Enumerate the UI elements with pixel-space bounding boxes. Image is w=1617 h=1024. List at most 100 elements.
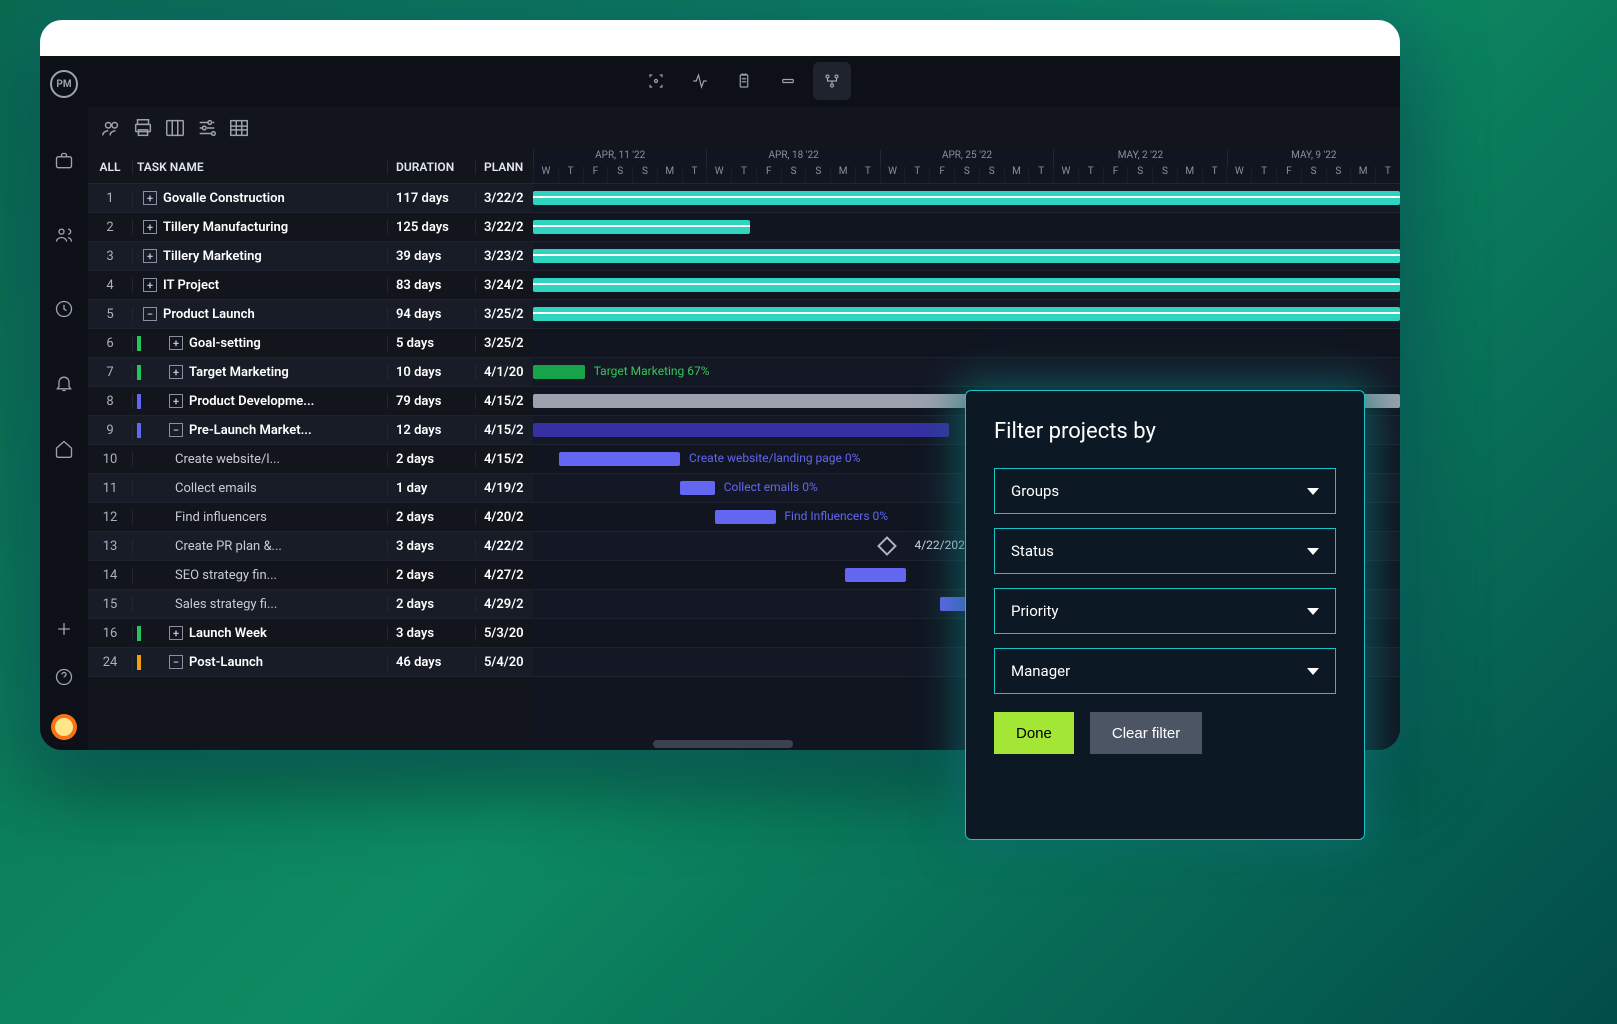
gantt-row[interactable] — [533, 242, 1400, 271]
table-row[interactable]: 11Collect emails1 day4/19/2 — [88, 474, 533, 503]
expand-toggle[interactable]: − — [169, 423, 183, 437]
table-row[interactable]: 7+Target Marketing10 days4/1/20 — [88, 358, 533, 387]
timeline-day: F — [756, 166, 781, 183]
row-duration: 2 days — [387, 597, 475, 612]
table-row[interactable]: 24−Post-Launch46 days5/4/20 — [88, 648, 533, 677]
expand-toggle[interactable]: + — [143, 278, 157, 292]
table-row[interactable]: 4+IT Project83 days3/24/2 — [88, 271, 533, 300]
table-icon[interactable] — [228, 117, 250, 139]
row-planned: 4/20/2 — [475, 510, 533, 525]
people-icon[interactable] — [53, 224, 75, 246]
gantt-row[interactable] — [533, 271, 1400, 300]
help-icon[interactable] — [53, 666, 75, 688]
home-icon[interactable] — [53, 438, 75, 460]
table-row[interactable]: 14SEO strategy fin...2 days4/27/2 — [88, 561, 533, 590]
row-id: 12 — [88, 510, 132, 525]
print-icon[interactable] — [132, 117, 154, 139]
gantt-bar[interactable] — [715, 510, 776, 524]
filter-priority-dropdown[interactable]: Priority — [994, 588, 1336, 634]
gantt-bar[interactable] — [533, 365, 585, 379]
category-color-bar — [137, 626, 141, 641]
filter-manager-dropdown[interactable]: Manager — [994, 648, 1336, 694]
avatar[interactable] — [51, 714, 77, 740]
expand-toggle[interactable]: − — [143, 307, 157, 321]
table-row[interactable]: 16+Launch Week3 days5/3/20 — [88, 619, 533, 648]
milestone-icon[interactable] — [877, 536, 897, 556]
gantt-bar[interactable] — [533, 191, 1400, 205]
table-row[interactable]: 6+Goal-setting5 days3/25/2 — [88, 329, 533, 358]
bell-icon[interactable] — [53, 372, 75, 394]
gantt-bar[interactable] — [559, 452, 680, 466]
expand-toggle[interactable]: + — [143, 191, 157, 205]
row-planned: 3/25/2 — [475, 307, 533, 322]
activity-icon[interactable] — [681, 62, 719, 100]
expand-toggle[interactable]: + — [169, 394, 183, 408]
gantt-bar-label: Collect emails 0% — [724, 480, 818, 494]
gantt-bar[interactable] — [533, 249, 1400, 263]
briefcase-icon[interactable] — [53, 150, 75, 172]
gantt-bar[interactable] — [680, 481, 715, 495]
table-row[interactable]: 8+Product Developme...79 days4/15/2 — [88, 387, 533, 416]
expand-toggle[interactable]: + — [169, 365, 183, 379]
row-planned: 5/4/20 — [475, 655, 533, 670]
timeline-day: T — [904, 166, 929, 183]
table-row[interactable]: 1+Govalle Construction117 days3/22/2 — [88, 184, 533, 213]
task-table: ALL TASK NAME DURATION PLANN 1+Govalle C… — [88, 150, 533, 750]
expand-toggle[interactable]: + — [169, 626, 183, 640]
row-name: +Product Developme... — [132, 394, 387, 409]
horizontal-scrollbar[interactable] — [653, 740, 793, 748]
table-row[interactable]: 12Find influencers2 days4/20/2 — [88, 503, 533, 532]
table-row[interactable]: 9−Pre-Launch Market...12 days4/15/2 — [88, 416, 533, 445]
table-row[interactable]: 15Sales strategy fi...2 days4/29/2 — [88, 590, 533, 619]
row-name: +Goal-setting — [132, 336, 387, 351]
scan-icon[interactable] — [637, 62, 675, 100]
chevron-down-icon — [1307, 548, 1319, 555]
done-button[interactable]: Done — [994, 712, 1074, 754]
row-id: 8 — [88, 394, 132, 409]
minus-icon[interactable] — [769, 62, 807, 100]
users-icon[interactable] — [100, 117, 122, 139]
filter-status-dropdown[interactable]: Status — [994, 528, 1336, 574]
col-id[interactable]: ALL — [88, 160, 132, 174]
table-row[interactable]: 5−Product Launch94 days3/25/2 — [88, 300, 533, 329]
col-name[interactable]: TASK NAME — [132, 160, 387, 174]
expand-toggle[interactable]: − — [169, 655, 183, 669]
timeline-day: F — [583, 166, 608, 183]
timeline-week: MAY, 9 '22 — [1227, 150, 1400, 166]
gantt-bar[interactable] — [533, 220, 750, 234]
col-planned[interactable]: PLANN — [475, 160, 533, 174]
filter-groups-dropdown[interactable]: Groups — [994, 468, 1336, 514]
window-titlebar — [40, 20, 1400, 56]
row-planned: 4/15/2 — [475, 394, 533, 409]
expand-toggle[interactable]: + — [169, 336, 183, 350]
expand-toggle[interactable]: + — [143, 220, 157, 234]
gantt-bar[interactable] — [533, 278, 1400, 292]
table-row[interactable]: 10Create website/l...2 days4/15/2 — [88, 445, 533, 474]
clock-icon[interactable] — [53, 298, 75, 320]
plus-icon[interactable] — [53, 618, 75, 640]
clear-filter-button[interactable]: Clear filter — [1090, 712, 1202, 754]
table-row[interactable]: 13Create PR plan &...3 days4/22/2 — [88, 532, 533, 561]
col-duration[interactable]: DURATION — [387, 160, 475, 174]
timeline-week: MAY, 2 '22 — [1053, 150, 1226, 166]
branch-icon[interactable] — [813, 62, 851, 100]
clipboard-icon[interactable] — [725, 62, 763, 100]
table-row[interactable]: 3+Tillery Marketing39 days3/23/2 — [88, 242, 533, 271]
gantt-bar[interactable] — [533, 307, 1400, 321]
columns-icon[interactable] — [164, 117, 186, 139]
table-row[interactable]: 2+Tillery Manufacturing125 days3/22/2 — [88, 213, 533, 242]
row-id: 10 — [88, 452, 132, 467]
row-id: 9 — [88, 423, 132, 438]
gantt-row[interactable] — [533, 213, 1400, 242]
sliders-icon[interactable] — [196, 117, 218, 139]
row-name: +Govalle Construction — [132, 191, 387, 206]
gantt-row[interactable] — [533, 300, 1400, 329]
expand-toggle[interactable]: + — [143, 249, 157, 263]
chevron-down-icon — [1307, 668, 1319, 675]
gantt-bar[interactable] — [533, 423, 949, 437]
category-color-bar — [137, 423, 141, 438]
gantt-bar[interactable] — [845, 568, 906, 582]
gantt-row[interactable] — [533, 184, 1400, 213]
gantt-row[interactable] — [533, 329, 1400, 358]
gantt-row[interactable]: Target Marketing 67% — [533, 358, 1400, 387]
